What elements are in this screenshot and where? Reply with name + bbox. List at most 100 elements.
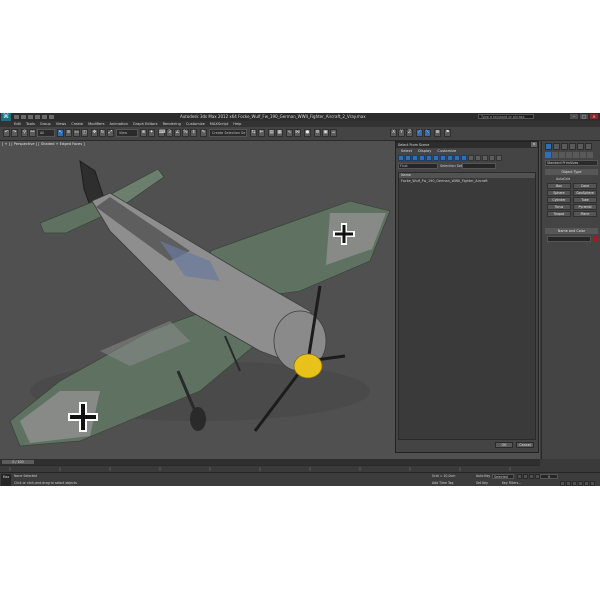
axis-plane-button[interactable]: ⟍ <box>424 129 431 137</box>
filter-xrefs-icon[interactable] <box>447 155 453 161</box>
primitive-type-dropdown[interactable]: Standard Primitives <box>545 160 598 166</box>
key-filters-button[interactable]: Key Filters... <box>502 481 521 485</box>
dialog-menu-display[interactable]: Display <box>418 148 431 154</box>
app-logo-icon[interactable]: ⌘ <box>1 113 11 121</box>
sort-icon[interactable] <box>489 155 495 161</box>
ok-button[interactable]: OK <box>495 442 513 448</box>
maxscript-listener[interactable]: Max <box>1 474 11 486</box>
select-none-icon[interactable] <box>475 155 481 161</box>
close-icon[interactable]: × <box>590 114 598 119</box>
autogrid-checkbox[interactable]: AutoGrid <box>556 177 570 181</box>
filter-warps-icon[interactable] <box>433 155 439 161</box>
snap-settings-icon[interactable]: ⊞ <box>434 129 441 137</box>
filter-bones-icon[interactable] <box>454 155 460 161</box>
select-manipulate-icon[interactable]: ✦ <box>148 129 155 137</box>
filter-cameras-icon[interactable] <box>419 155 425 161</box>
auto-key-button[interactable]: Auto Key <box>476 474 490 478</box>
render-setup-icon[interactable]: ⚙ <box>314 129 321 137</box>
cone-button[interactable]: Cone <box>573 183 597 189</box>
material-editor-icon[interactable]: ● <box>304 129 311 137</box>
select-rotate-icon[interactable]: ↻ <box>99 129 106 137</box>
geometry-category-icon[interactable] <box>545 152 551 158</box>
shapes-category-icon[interactable] <box>552 152 558 158</box>
edit-named-selection-icon[interactable]: ✎ <box>200 129 207 137</box>
selection-filter-dropdown[interactable]: All <box>37 129 55 137</box>
geosphere-button[interactable]: GeoSphere <box>573 190 597 196</box>
play-icon[interactable] <box>529 474 534 479</box>
key-mode-dropdown[interactable]: Selected <box>492 474 514 479</box>
previous-frame-icon[interactable] <box>523 474 528 479</box>
teapot-button[interactable]: Teapot <box>547 211 571 217</box>
cancel-button[interactable]: Cancel <box>516 442 534 448</box>
align-icon[interactable]: ⊨ <box>258 129 265 137</box>
layer-manager-icon[interactable]: ▤ <box>268 129 275 137</box>
project-folder-icon[interactable] <box>49 115 54 119</box>
add-time-tag-button[interactable]: Add Time Tag <box>432 481 453 485</box>
object-name-input[interactable] <box>547 236 591 242</box>
object-color-swatch[interactable] <box>593 236 598 242</box>
link-icon[interactable]: ⚲ <box>21 129 28 137</box>
mirror-icon[interactable]: ⇆ <box>250 129 257 137</box>
redo-button[interactable]: ↷ <box>11 129 18 137</box>
spinner-snap-icon[interactable]: ⇕ <box>190 129 197 137</box>
dialog-close-button[interactable]: × <box>531 142 537 147</box>
filter-lights-icon[interactable] <box>412 155 418 161</box>
cylinder-button[interactable]: Cylinder <box>547 197 571 203</box>
list-item[interactable]: Focke_Wulf_Fw_190_German_WWII_Fighter_Ai… <box>401 179 488 183</box>
open-file-icon[interactable] <box>21 115 26 119</box>
axis-y-button[interactable]: Y <box>398 129 405 137</box>
select-move-icon[interactable]: ✥ <box>91 129 98 137</box>
pan-icon[interactable] <box>572 481 577 486</box>
filter-containers-icon[interactable] <box>461 155 467 161</box>
select-object-button[interactable]: ↖ <box>57 129 64 137</box>
select-all-icon[interactable] <box>468 155 474 161</box>
zoom-all-icon[interactable] <box>566 481 571 486</box>
graphite-ribbon-icon[interactable]: ▦ <box>276 129 283 137</box>
list-options-icon[interactable] <box>496 155 502 161</box>
systems-category-icon[interactable] <box>587 152 593 158</box>
snaps-toggle-icon[interactable]: 3 <box>166 129 173 137</box>
helpers-category-icon[interactable] <box>573 152 579 158</box>
find-input[interactable]: Find: <box>398 163 438 169</box>
tab-hierarchy-icon[interactable] <box>561 143 568 150</box>
maximize-viewport-icon[interactable] <box>590 481 595 486</box>
undo-icon[interactable] <box>35 115 40 119</box>
tab-create-icon[interactable] <box>545 143 552 150</box>
pivot-center-icon[interactable]: ⊕ <box>140 129 147 137</box>
undo-button[interactable]: ↶ <box>3 129 10 137</box>
dialog-menu-select[interactable]: Select <box>401 148 412 154</box>
axis-x-button[interactable]: X <box>390 129 397 137</box>
time-slider-thumb[interactable]: 0 / 100 <box>2 460 34 464</box>
save-file-icon[interactable] <box>28 115 33 119</box>
box-button[interactable]: Box <box>547 183 571 189</box>
cameras-category-icon[interactable] <box>566 152 572 158</box>
lights-category-icon[interactable] <box>559 152 565 158</box>
tab-motion-icon[interactable] <box>569 143 576 150</box>
schematic-view-icon[interactable]: ⋈ <box>294 129 301 137</box>
new-file-icon[interactable] <box>14 115 19 119</box>
current-frame-field[interactable]: 0 <box>540 474 558 479</box>
search-input[interactable]: Type a keyword or phrase <box>478 114 534 119</box>
filter-groups-icon[interactable] <box>440 155 446 161</box>
orbit-icon[interactable] <box>578 481 583 486</box>
object-type-rollout[interactable]: Object Type <box>545 169 598 175</box>
angle-snap-icon[interactable]: ∠ <box>174 129 181 137</box>
minimize-icon[interactable]: – <box>570 114 578 119</box>
filter-helpers-icon[interactable] <box>426 155 432 161</box>
tube-button[interactable]: Tube <box>573 197 597 203</box>
select-scale-icon[interactable]: ⤢ <box>107 129 114 137</box>
scene-object-list[interactable]: Name Focke_Wulf_Fw_190_German_WWII_Fight… <box>398 172 536 440</box>
set-key-button[interactable]: Set Key <box>476 481 488 485</box>
percent-snap-icon[interactable]: % <box>182 129 189 137</box>
filter-shapes-icon[interactable] <box>405 155 411 161</box>
reference-coordinate-dropdown[interactable]: View <box>116 129 138 137</box>
rectangular-selection-icon[interactable]: ▭ <box>73 129 80 137</box>
selection-set-dropdown[interactable] <box>462 163 496 169</box>
pyramid-button[interactable]: Pyramid <box>573 204 597 210</box>
select-by-name-button[interactable]: ≡ <box>65 129 72 137</box>
extra-tool-icon[interactable]: ⚑ <box>444 129 451 137</box>
dialog-menu-customize[interactable]: Customize <box>437 148 456 154</box>
tab-modify-icon[interactable] <box>553 143 560 150</box>
sphere-button[interactable]: Sphere <box>547 190 571 196</box>
go-to-start-icon[interactable] <box>517 474 522 479</box>
